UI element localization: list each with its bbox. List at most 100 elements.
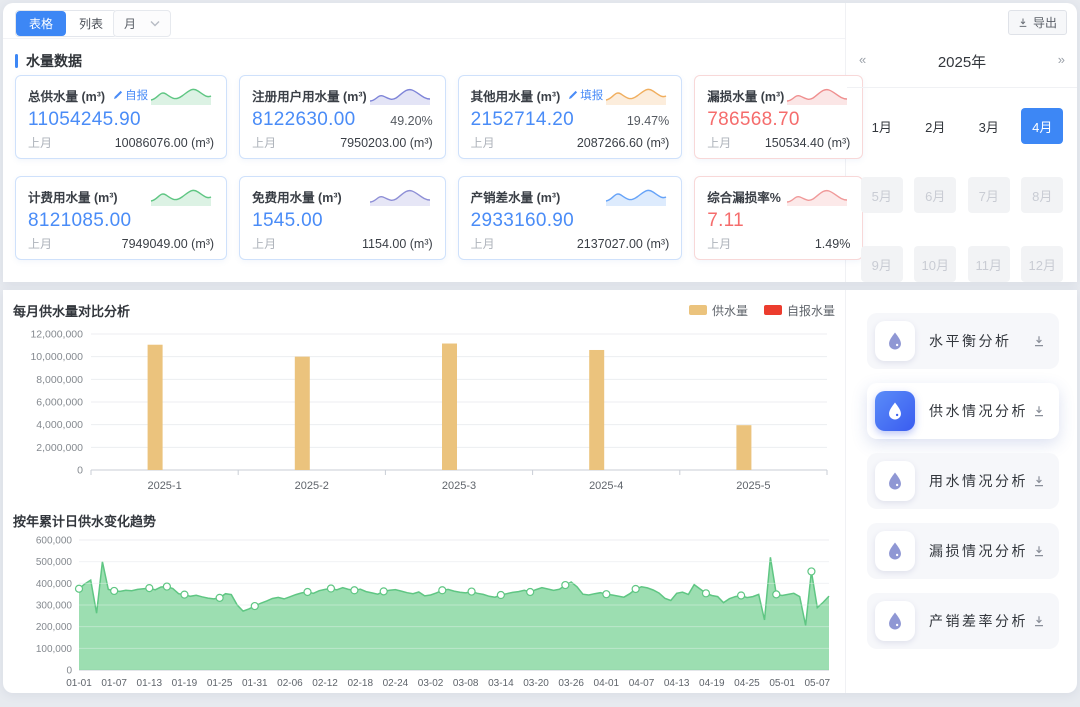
water-drop-icon bbox=[875, 531, 915, 571]
svg-text:01-31: 01-31 bbox=[242, 678, 268, 689]
svg-text:8,000,000: 8,000,000 bbox=[36, 374, 83, 386]
bar-chart-title: 每月供水量对比分析 bbox=[13, 301, 130, 320]
top-main-area: 表格 列表 月 水量数据 总供水量 (m³) 自报 110 bbox=[3, 3, 846, 282]
monthly-supply-bar-chart: 02,000,0004,000,0006,000,0008,000,00010,… bbox=[11, 320, 837, 503]
download-icon[interactable] bbox=[1033, 545, 1045, 557]
calendar-next-year-button[interactable]: » bbox=[1054, 52, 1069, 67]
calendar-month-2月[interactable]: 2月 bbox=[914, 108, 956, 144]
sparkline bbox=[148, 184, 214, 208]
svg-text:600,000: 600,000 bbox=[36, 536, 73, 547]
stat-card-value: 1545.00 bbox=[252, 210, 323, 232]
svg-text:03-20: 03-20 bbox=[523, 678, 549, 689]
top-right-panel: 导出 « 2025年 » 1月2月3月4月5月6月7月8月9月10月11月12月 bbox=[847, 3, 1077, 282]
sparkline bbox=[603, 184, 669, 208]
stat-card-prev-label: 上月 bbox=[707, 134, 731, 151]
download-icon[interactable] bbox=[1033, 475, 1045, 487]
analysis-item[interactable]: 用水情况分析 bbox=[867, 453, 1059, 509]
calendar-prev-year-button[interactable]: « bbox=[855, 52, 870, 67]
calendar-month-6月: 6月 bbox=[914, 177, 956, 213]
svg-text:05-07: 05-07 bbox=[804, 678, 830, 689]
calendar-month-4月[interactable]: 4月 bbox=[1021, 108, 1063, 144]
legend-label-supply: 供水量 bbox=[712, 302, 748, 319]
analysis-item[interactable]: 水平衡分析 bbox=[867, 313, 1059, 369]
svg-text:05-01: 05-01 bbox=[769, 678, 795, 689]
stat-card-title: 计费用水量 (m³) bbox=[28, 187, 118, 206]
svg-text:2025-2: 2025-2 bbox=[295, 480, 329, 492]
svg-text:2025-5: 2025-5 bbox=[736, 480, 770, 492]
calendar-month-3月[interactable]: 3月 bbox=[968, 108, 1010, 144]
analysis-item-label: 漏损情况分析 bbox=[929, 541, 1028, 561]
svg-text:500,000: 500,000 bbox=[36, 557, 73, 568]
svg-text:04-01: 04-01 bbox=[594, 678, 620, 689]
legend-swatch-self-report bbox=[764, 305, 782, 315]
svg-text:04-13: 04-13 bbox=[664, 678, 690, 689]
sparkline bbox=[603, 83, 669, 107]
stat-card-value: 7.11 bbox=[707, 210, 744, 232]
stat-card-tag[interactable]: 填报 bbox=[568, 87, 603, 103]
export-button[interactable]: 导出 bbox=[1008, 10, 1067, 35]
title-accent-bar bbox=[15, 54, 18, 68]
analysis-panel: 水平衡分析 供水情况分析 用水情况分析 bbox=[847, 290, 1077, 693]
legend-swatch-supply bbox=[689, 305, 707, 315]
stat-card-tag[interactable]: 自报 bbox=[113, 87, 148, 103]
svg-text:01-07: 01-07 bbox=[101, 678, 127, 689]
chevron-down-icon bbox=[150, 20, 160, 27]
sparkline bbox=[148, 83, 214, 107]
stat-card: 免费用水量 (m³) 1545.00 上月 1154.00 (m³) bbox=[239, 176, 446, 260]
analysis-item-label: 产销差率分析 bbox=[929, 611, 1028, 631]
pencil-icon bbox=[568, 90, 578, 100]
analysis-item[interactable]: 漏损情况分析 bbox=[867, 523, 1059, 579]
svg-text:2025-4: 2025-4 bbox=[589, 480, 623, 492]
sparkline bbox=[784, 83, 850, 107]
calendar-month-grid: 1月2月3月4月5月6月7月8月9月10月11月12月 bbox=[847, 88, 1077, 282]
stat-card-prev-label: 上月 bbox=[28, 235, 52, 252]
topbar: 表格 列表 月 bbox=[3, 3, 845, 39]
svg-text:0: 0 bbox=[77, 465, 83, 477]
stat-card-prev-label: 上月 bbox=[252, 134, 276, 151]
legend-item-self-report[interactable]: 自报水量 bbox=[764, 302, 835, 319]
area-chart-block: 按年累计日供水变化趋势 0100,000200,000300,000400,00… bbox=[3, 508, 845, 707]
stat-card: 总供水量 (m³) 自报 11054245.90 上月 10086076.00 … bbox=[15, 75, 227, 159]
svg-text:04-07: 04-07 bbox=[629, 678, 655, 689]
svg-text:01-01: 01-01 bbox=[66, 678, 92, 689]
stat-card-value: 11054245.90 bbox=[28, 109, 141, 131]
pencil-icon bbox=[113, 90, 123, 100]
svg-text:02-12: 02-12 bbox=[312, 678, 338, 689]
stat-card: 其他用水量 (m³) 填报 2152714.20 19.47% 上月 20872… bbox=[458, 75, 683, 159]
svg-text:6,000,000: 6,000,000 bbox=[36, 397, 83, 409]
calendar-month-7月: 7月 bbox=[968, 177, 1010, 213]
stat-card-prev-value: 1.49% bbox=[815, 237, 850, 251]
download-icon[interactable] bbox=[1033, 615, 1045, 627]
export-label: 导出 bbox=[1033, 14, 1057, 31]
charts-area: 每月供水量对比分析 供水量 自报水量 02,000,0004,000,0006,… bbox=[3, 290, 846, 693]
section-title-water-data: 水量数据 bbox=[15, 51, 82, 71]
stat-card-title: 总供水量 (m³) bbox=[28, 86, 105, 105]
svg-text:02-24: 02-24 bbox=[383, 678, 409, 689]
svg-text:01-25: 01-25 bbox=[207, 678, 233, 689]
section-title-text: 水量数据 bbox=[26, 51, 82, 71]
sparkline bbox=[784, 184, 850, 208]
svg-text:03-02: 03-02 bbox=[418, 678, 444, 689]
bottom-section: 每月供水量对比分析 供水量 自报水量 02,000,0004,000,0006,… bbox=[3, 290, 1077, 693]
dashboard-window: 表格 列表 月 水量数据 总供水量 (m³) 自报 110 bbox=[3, 3, 1077, 693]
bar-chart-block: 每月供水量对比分析 供水量 自报水量 02,000,0004,000,0006,… bbox=[3, 290, 845, 508]
calendar-header: « 2025年 » bbox=[847, 51, 1077, 77]
svg-text:2025-1: 2025-1 bbox=[147, 480, 181, 492]
period-select[interactable]: 月 bbox=[113, 10, 171, 37]
stat-card-title: 注册用户用水量 (m³) bbox=[252, 86, 367, 105]
download-icon[interactable] bbox=[1033, 335, 1045, 347]
calendar-month-9月: 9月 bbox=[861, 246, 903, 282]
legend-item-supply[interactable]: 供水量 bbox=[689, 302, 748, 319]
tab-table[interactable]: 表格 bbox=[16, 11, 66, 36]
tab-list[interactable]: 列表 bbox=[66, 11, 116, 36]
calendar-month-1月[interactable]: 1月 bbox=[861, 108, 903, 144]
stat-card: 产销差水量 (m³) 2933160.90 上月 2137027.00 (m³) bbox=[458, 176, 683, 260]
top-section: 表格 列表 月 水量数据 总供水量 (m³) 自报 110 bbox=[3, 3, 1077, 282]
analysis-item[interactable]: 产销差率分析 bbox=[867, 593, 1059, 649]
download-icon[interactable] bbox=[1033, 405, 1045, 417]
analysis-item[interactable]: 供水情况分析 bbox=[867, 383, 1059, 439]
stat-card: 漏损水量 (m³) 786568.70 上月 150534.40 (m³) bbox=[694, 75, 863, 159]
svg-text:0: 0 bbox=[66, 666, 72, 677]
stat-card-prev-value: 7950203.00 (m³) bbox=[340, 136, 432, 150]
stat-card-prev-value: 10086076.00 (m³) bbox=[115, 136, 214, 150]
